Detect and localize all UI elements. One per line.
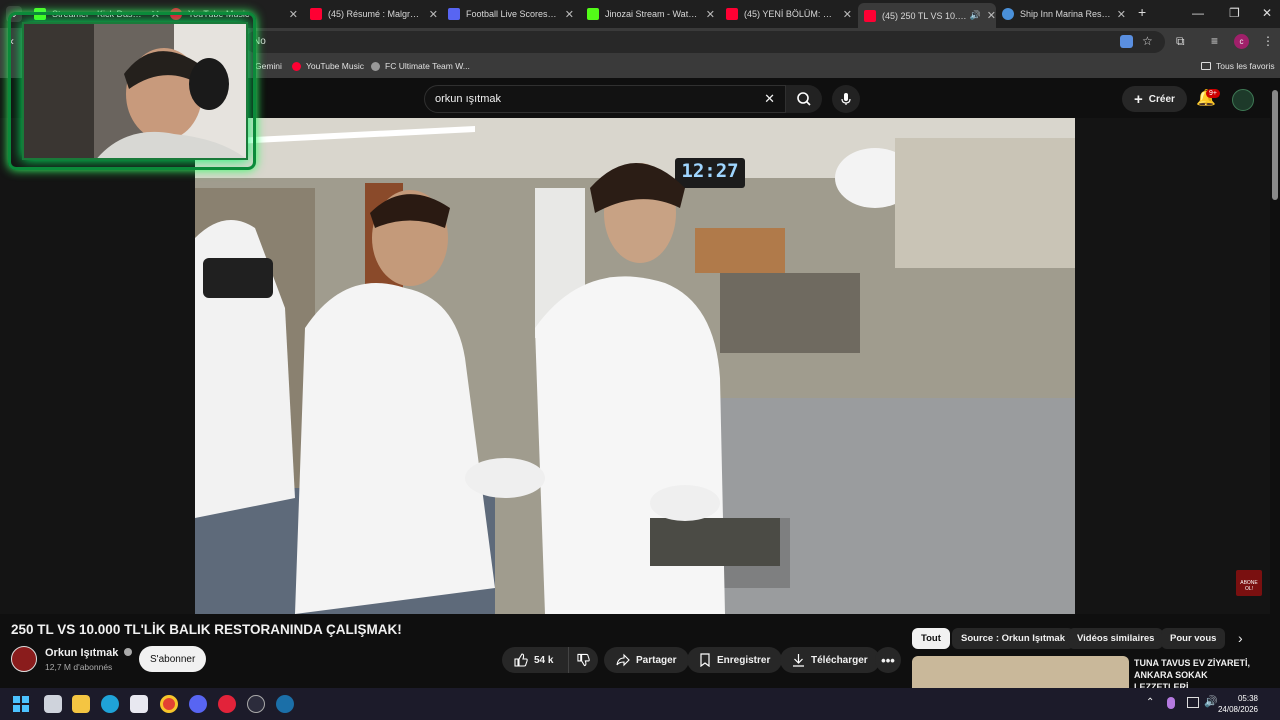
bookmark-icon [700,653,710,667]
subscribe-watermark[interactable]: ABONE OL! [1236,570,1262,596]
volume-icon[interactable]: 🔊 [1204,695,1218,708]
close-tab-icon[interactable]: ✕ [565,8,574,21]
microphone-icon [841,93,851,105]
search-input[interactable]: orkun ışıtmak ✕ [424,85,786,113]
recommendation-thumbnail[interactable] [912,656,1129,688]
close-tab-icon[interactable]: ✕ [843,8,852,21]
tab-resume[interactable]: (45) Résumé : Malgré Tros ✕ [310,3,438,25]
chrome-menu-icon[interactable]: ⋮ [1262,34,1274,48]
discord-icon[interactable] [189,695,207,713]
tab-yeni-bolum[interactable]: (45) YENİ BÖLÜM: SOĞUK ✕ [726,3,852,25]
microphone-tray-icon[interactable] [1167,697,1175,709]
video-player[interactable]: 12:27 ABONE OL! [0,118,1270,614]
close-tab-icon[interactable]: ✕ [289,8,298,21]
download-button[interactable]: Télécharger [780,647,880,673]
new-tab-button[interactable]: + [1138,4,1146,20]
share-button[interactable]: Partager [604,647,689,673]
subscribe-button[interactable]: S'abonner [139,646,207,672]
save-button[interactable]: Enregistrer [687,647,783,673]
more-actions-button[interactable]: ••• [875,647,901,673]
plus-icon: + [1134,90,1143,108]
page-scrollbar[interactable] [1272,90,1278,200]
channel-avatar[interactable] [11,646,37,672]
subscriber-count: 12,7 M d'abonnés [45,662,113,672]
bookmark-gemini[interactable]: Gemini [255,61,282,71]
game-launcher-icon[interactable] [218,695,236,713]
windows-start-icon[interactable] [13,696,29,712]
video-clock-display: 12:27 [681,160,739,182]
verified-badge-icon [124,648,133,656]
chrome-icon[interactable] [160,695,178,713]
close-tab-icon[interactable]: ✕ [987,9,996,22]
network-icon[interactable] [1187,697,1199,708]
webcam-frame-decoration [8,12,256,170]
close-tab-icon[interactable]: ✕ [706,8,715,21]
account-avatar[interactable] [1232,89,1254,111]
video-title: 250 TL VS 10.000 TL'LİK BALIK RESTORANIN… [11,622,402,637]
close-tab-icon[interactable]: ✕ [1117,8,1126,21]
voice-search-button[interactable] [832,85,860,113]
filter-source-channel[interactable]: Source : Orkun Işıtmak [952,628,1075,649]
restore-button[interactable]: ❐ [1229,6,1240,20]
youtube-icon [310,8,322,20]
close-window-button[interactable]: ✕ [1262,6,1272,20]
filter-all[interactable]: Tout [912,628,950,649]
like-button[interactable]: 54 k [502,647,568,673]
tab-ship-inn[interactable]: Ship Inn Marina Restaura ✕ [1002,3,1126,25]
globe-icon [371,61,380,71]
media-controls-icon[interactable]: ≡ [1211,34,1218,48]
more-icon: ••• [881,652,895,668]
video-frame[interactable]: 12:27 [195,118,1075,614]
profile-avatar[interactable]: c [1234,34,1249,49]
bookmark-youtube-music[interactable]: YouTube Music [292,61,364,71]
clear-search-icon[interactable]: ✕ [764,91,775,107]
kick-icon [587,8,599,20]
channel-name[interactable]: Orkun Işıtmak [45,647,133,659]
windows-taskbar: ⌃ 🔊 05:38 24/08/2026 [0,688,1280,720]
notification-count-badge: 9+ [1206,89,1220,98]
thumbs-up-icon [514,653,528,667]
share-icon [616,653,630,667]
task-view-icon[interactable] [44,695,62,713]
taskbar-clock[interactable]: 05:38 24/08/2026 [1218,693,1258,715]
translate-icon[interactable] [1120,35,1133,48]
restaurant-icon [1002,8,1014,20]
all-bookmarks[interactable]: Tous les favoris [1201,61,1275,71]
bookmark-star-icon[interactable]: ☆ [1142,34,1153,48]
chevron-right-icon[interactable]: › [1238,630,1243,646]
search-button[interactable] [786,85,822,113]
tab-active-video[interactable]: (45) 250 TL VS 10.000 🔊 ✕ [858,3,996,28]
youtube-icon [726,8,738,20]
steam-icon[interactable] [276,695,294,713]
address-bar[interactable]: No [245,31,1165,53]
football-site-icon [448,8,460,20]
store-icon[interactable] [130,695,148,713]
file-explorer-icon[interactable] [72,695,90,713]
thumbs-down-icon [577,653,590,667]
filter-similar-videos[interactable]: Vidéos similaires [1068,628,1164,649]
bookmark-fc-ultimate[interactable]: FC Ultimate Team W... [371,61,470,71]
download-icon [793,654,804,667]
edge-icon[interactable] [101,695,119,713]
folder-icon [1201,62,1211,70]
filter-for-you[interactable]: Pour vous [1161,628,1226,649]
search-icon [797,92,811,106]
youtube-music-icon [292,61,301,71]
tab-jinozai-stream[interactable]: Jinozai Stream - Watch Li ✕ [587,3,715,25]
tray-chevron-icon[interactable]: ⌃ [1146,697,1154,708]
tab-football-scores[interactable]: Football Live Scores, Fixtu ✕ [448,3,574,25]
video-scene [195,118,1075,614]
audio-playing-icon[interactable]: 🔊 [970,10,981,21]
app-icon[interactable] [247,695,265,713]
close-tab-icon[interactable]: ✕ [429,8,438,21]
dislike-button[interactable] [568,647,598,673]
extensions-icon[interactable]: ⧉ [1176,34,1185,49]
create-button[interactable]: + Créer [1122,86,1187,112]
minimize-button[interactable]: — [1192,6,1204,20]
youtube-icon [864,9,876,22]
